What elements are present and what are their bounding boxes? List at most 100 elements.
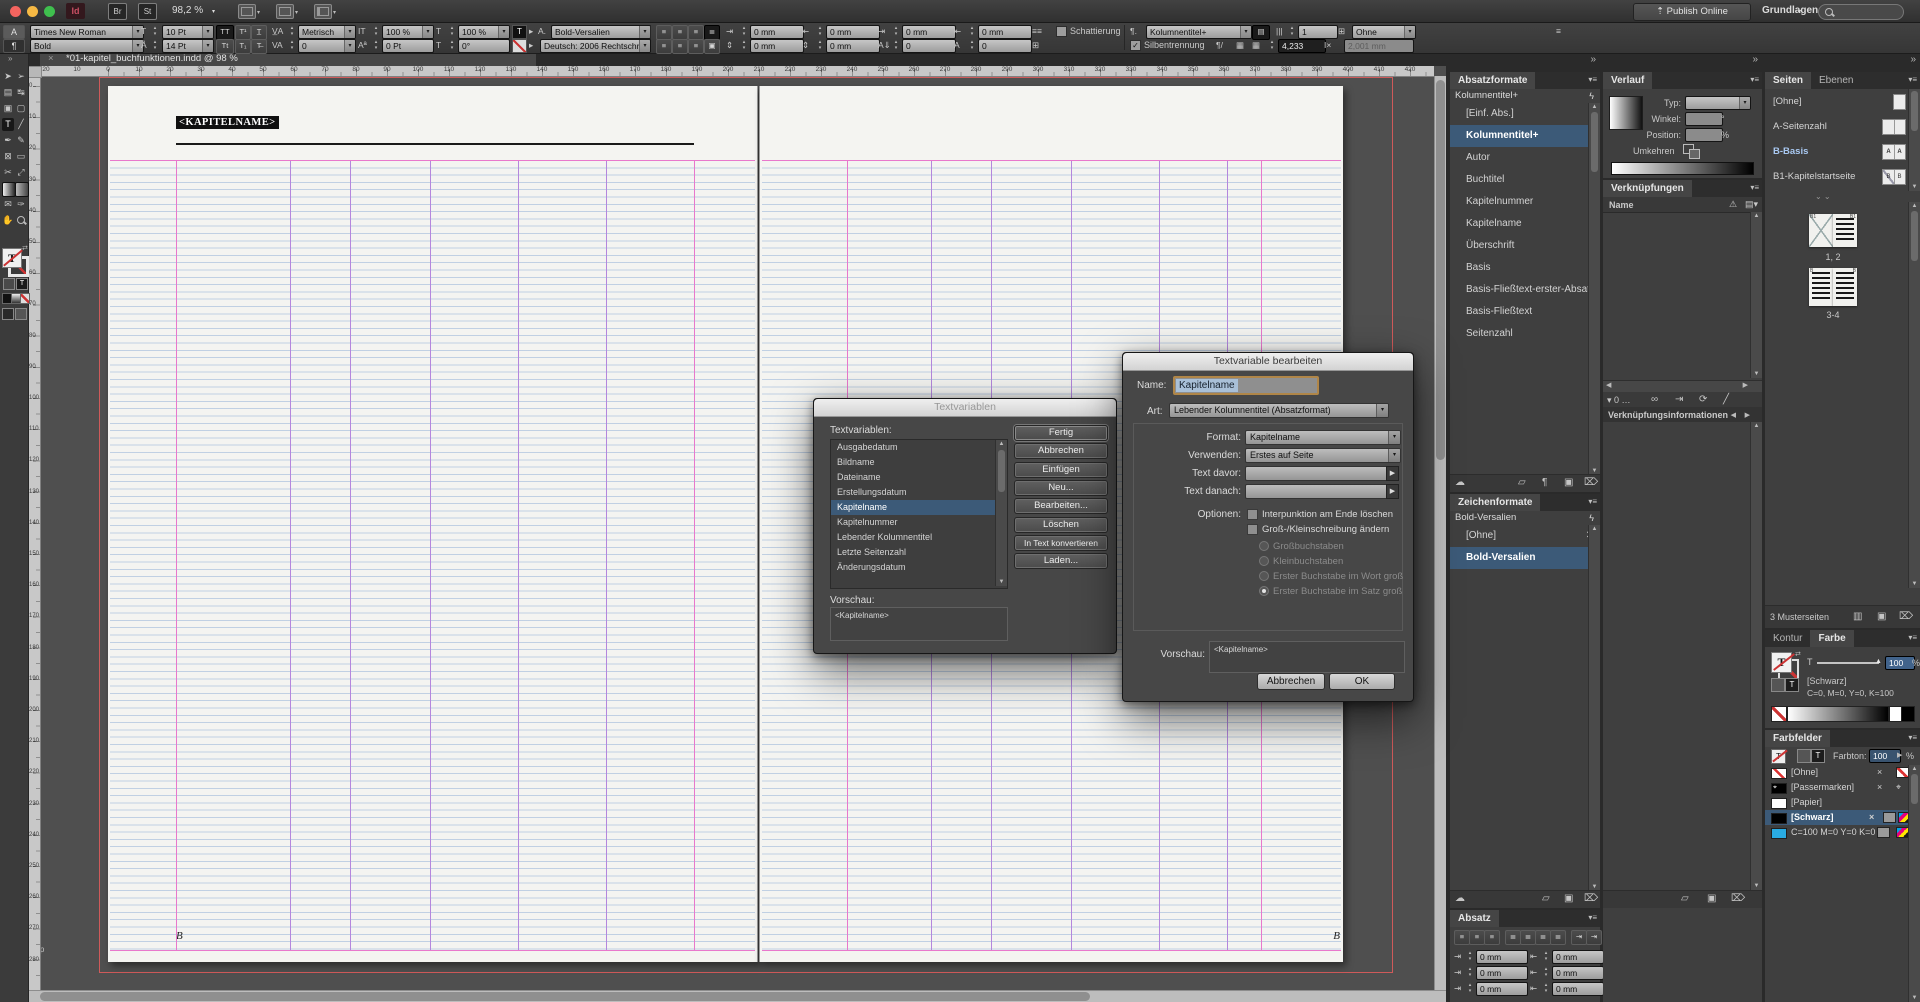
- scrollbar-thumb[interactable]: [1591, 112, 1598, 172]
- scrollbar-thumb[interactable]: [1436, 80, 1445, 460]
- left-indent-stepper[interactable]: ▴▾: [740, 25, 748, 37]
- swap-fill-stroke-icon[interactable]: ⇄: [1795, 650, 1801, 658]
- hyphenation-checkbox[interactable]: ✓: [1130, 40, 1141, 51]
- minimize-window-button[interactable]: [27, 6, 38, 17]
- text-after-field[interactable]: [1245, 484, 1393, 499]
- convert-to-text-button[interactable]: In Text konvertieren: [1014, 535, 1108, 551]
- formatting-affects-text-icon[interactable]: T: [1785, 678, 1799, 692]
- style-row[interactable]: [Ohne]✕: [1450, 525, 1600, 547]
- dialog-list-scrollbar[interactable]: ▲▼: [995, 440, 1007, 586]
- tab-ebenen[interactable]: Ebenen: [1811, 72, 1861, 89]
- superscript-button[interactable]: T¹: [235, 25, 251, 40]
- style-row[interactable]: Kapitelname: [1450, 213, 1600, 235]
- stepper-down-icon[interactable]: ▾: [740, 45, 748, 51]
- stepper-down-icon[interactable]: ▾: [1542, 956, 1550, 962]
- align-left-button[interactable]: ≡: [656, 25, 672, 40]
- swatch-row[interactable]: C=100 M=0 Y=0 K=0: [1765, 825, 1920, 840]
- tab-verlauf[interactable]: Verlauf: [1603, 72, 1652, 89]
- drop-cap-chars-stepper[interactable]: ▴▾: [968, 39, 976, 51]
- skew-field[interactable]: 0°: [458, 39, 510, 53]
- text-variable-row[interactable]: Bildname: [831, 455, 1000, 470]
- shading-checkbox[interactable]: [1056, 26, 1067, 37]
- chevron-down-icon[interactable]: ▾: [212, 8, 215, 15]
- swatches-scrollbar[interactable]: ▲▼: [1908, 765, 1920, 1002]
- margin-guide[interactable]: [694, 160, 695, 950]
- hscale-stepper[interactable]: ▴▾: [448, 25, 456, 37]
- stepper[interactable]: ▴▾: [1466, 950, 1474, 962]
- document-tab[interactable]: × *01-kapitel_buchfunktionen.indd @ 98 %: [40, 52, 536, 66]
- column-guide[interactable]: [290, 160, 291, 950]
- align-center-button[interactable]: ≡: [672, 25, 688, 40]
- stepper-down-icon[interactable]: ▾: [740, 31, 748, 37]
- stepper-down-icon[interactable]: ▾: [892, 31, 900, 37]
- space-after-stepper[interactable]: ▴▾: [816, 39, 824, 51]
- collapse-panels-icon[interactable]: »: [1752, 54, 1758, 65]
- free-transform-tool[interactable]: ⤢: [15, 166, 27, 179]
- panel-menu-icon[interactable]: ▾≡: [1908, 633, 1917, 642]
- chevron-down-icon[interactable]: ▾: [639, 26, 650, 38]
- right-indent-field[interactable]: 0 mm: [826, 25, 880, 39]
- new-style-icon[interactable]: ▣: [1564, 893, 1573, 904]
- paragraph-formatting-mode[interactable]: ¶: [3, 39, 25, 53]
- ramp-black-swatch[interactable]: [1901, 706, 1915, 722]
- master-thumb-icon[interactable]: AA: [1882, 144, 1906, 160]
- align-right-button[interactable]: ≡: [1484, 930, 1500, 945]
- kerning-select[interactable]: Metrisch▾: [298, 25, 356, 39]
- note-tool[interactable]: ✉: [2, 198, 14, 211]
- tab-farbfelder[interactable]: Farbfelder: [1765, 730, 1830, 747]
- case-radio[interactable]: [1259, 556, 1269, 566]
- chevron-down-icon[interactable]: ▾: [202, 26, 213, 38]
- style-group-folder-icon[interactable]: ▱: [1518, 477, 1526, 488]
- relink-icon[interactable]: ∞: [1651, 394, 1658, 405]
- stepper-down-icon[interactable]: ▾: [968, 31, 976, 37]
- delete-page-icon[interactable]: ⌦: [1899, 611, 1913, 622]
- next-icon[interactable]: ▶: [1745, 411, 1750, 419]
- stepper-down-icon[interactable]: ▾: [1288, 31, 1296, 37]
- zoom-window-button[interactable]: [44, 6, 55, 17]
- insert-button[interactable]: Einfügen: [1014, 462, 1108, 478]
- text-variable-row[interactable]: Erstellungsdatum: [831, 485, 1000, 500]
- links-column-header[interactable]: Name ⚠ ▤▾: [1603, 197, 1762, 213]
- screen-mode-icon[interactable]: [276, 4, 294, 19]
- grid-chars-field[interactable]: 4,233: [1278, 39, 1326, 53]
- name-field[interactable]: Kapitelname: [1173, 376, 1319, 395]
- content-placer-tool[interactable]: ▢: [15, 102, 27, 115]
- text-variable-row[interactable]: Ausgabedatum: [831, 440, 1000, 455]
- zoom-tool[interactable]: [15, 214, 27, 227]
- margin-guide[interactable]: [110, 160, 755, 161]
- horizontal-ruler[interactable]: 2010010203040506070809010011012013014015…: [40, 66, 1434, 77]
- goto-link-icon[interactable]: ⇥: [1675, 394, 1683, 405]
- drop-cap-lines-stepper[interactable]: ▴▾: [892, 39, 900, 51]
- scrollbar-thumb[interactable]: [1911, 91, 1918, 131]
- leading-select[interactable]: 14 Pt▾: [162, 39, 214, 53]
- edit-original-icon[interactable]: ╱: [1723, 394, 1729, 405]
- space-after-field[interactable]: 0 mm: [826, 39, 880, 53]
- style-row[interactable]: Buchtitel: [1450, 169, 1600, 191]
- align-left-button[interactable]: ≡: [1454, 930, 1470, 945]
- space-before-stepper[interactable]: ▴▾: [740, 39, 748, 51]
- panel-menu-icon[interactable]: ▾≡: [1588, 497, 1597, 506]
- formatting-affects-container-icon[interactable]: [3, 278, 15, 290]
- stepper-down-icon[interactable]: ▾: [1466, 972, 1474, 978]
- angle-field[interactable]: [1685, 112, 1723, 126]
- margin-guide[interactable]: [176, 160, 177, 950]
- swatch-row[interactable]: [Ohne]×: [1765, 765, 1920, 780]
- collapse-icon[interactable]: »: [8, 54, 12, 63]
- collapse-panels-icon[interactable]: »: [1910, 54, 1916, 65]
- column-guide[interactable]: [430, 160, 431, 950]
- gradient-type-select[interactable]: ▾: [1685, 96, 1751, 110]
- page-thumb-4[interactable]: B: [1833, 268, 1857, 306]
- panel-menu-icon[interactable]: ▾≡: [1588, 913, 1597, 922]
- load-button[interactable]: Laden...: [1014, 553, 1108, 569]
- case-radio[interactable]: [1259, 541, 1269, 551]
- content-collector-tool[interactable]: ▣: [2, 102, 14, 115]
- text-variable-row[interactable]: Kapitelname: [831, 500, 1000, 515]
- text-stroke-swatch[interactable]: [512, 39, 527, 53]
- text-fill-swatch[interactable]: T: [512, 25, 527, 39]
- pencil-tool[interactable]: ✎: [15, 134, 27, 147]
- arrow-right-icon[interactable]: ▶: [1897, 751, 1902, 759]
- case-radio[interactable]: [1259, 571, 1269, 581]
- container-mode-icon[interactable]: [1797, 749, 1811, 763]
- masters-scrollbar[interactable]: ▼: [1908, 89, 1920, 191]
- drop-cap-chars-field[interactable]: 0: [978, 39, 1032, 53]
